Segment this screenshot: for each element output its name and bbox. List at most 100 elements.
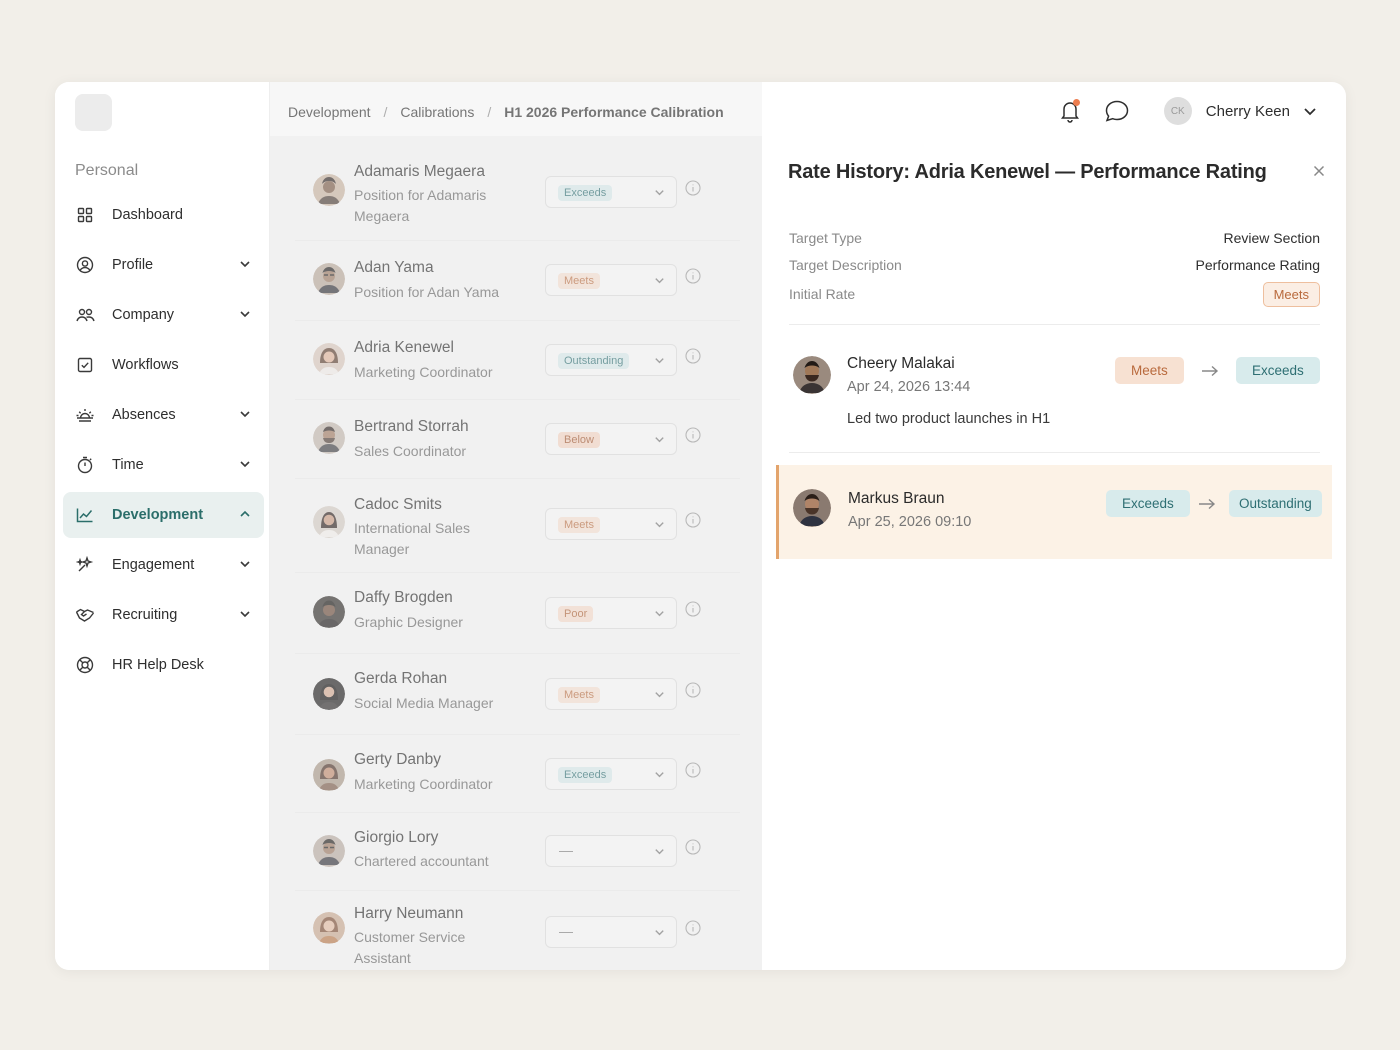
info-icon[interactable]	[685, 180, 701, 196]
avatar	[313, 422, 345, 454]
people-icon	[75, 305, 95, 325]
info-icon[interactable]	[685, 839, 701, 855]
chevron-down-icon	[655, 611, 664, 617]
employee-position: Graphic Designer	[354, 614, 463, 630]
history-author: Markus Braun	[848, 490, 945, 507]
rating-select[interactable]: Below	[545, 423, 677, 455]
meta-label: Initial Rate	[789, 286, 856, 302]
rating-chip: Outstanding	[558, 353, 630, 369]
history-timestamp: Apr 24, 2026 13:44	[847, 379, 971, 395]
info-icon[interactable]	[685, 601, 701, 617]
avatar	[313, 263, 345, 295]
rating-select[interactable]: Exceeds	[545, 758, 677, 790]
list-item[interactable]: Gerda Rohan Social Media Manager Meets	[295, 654, 740, 735]
employee-name: Cadoc Smits	[354, 496, 442, 513]
info-icon[interactable]	[685, 268, 701, 284]
rating-select[interactable]: Poor	[545, 597, 677, 629]
notifications-button[interactable]	[1055, 96, 1085, 126]
history-entry-highlighted: Markus Braun Apr 25, 2026 09:10 Exceeds …	[776, 465, 1332, 559]
arrow-right-icon	[1199, 498, 1216, 510]
info-icon[interactable]	[685, 512, 701, 528]
list-item[interactable]: Harry Neumann Customer Service Assistant…	[295, 891, 740, 970]
avatar	[313, 174, 345, 206]
sidebar-item-label: HR Help Desk	[112, 657, 204, 673]
sidebar-item-label: Time	[112, 457, 144, 473]
close-icon[interactable]	[1312, 164, 1326, 178]
company-logo[interactable]	[75, 94, 112, 131]
sidebar-item-dashboard[interactable]: Dashboard	[63, 192, 264, 238]
app-window: Personal Dashboard Profile Company Workf…	[55, 82, 1346, 970]
breadcrumb-current: H1 2026 Performance Calibration	[504, 104, 724, 120]
sidebar-nav: Dashboard Profile Company Workflows Abse…	[63, 192, 264, 692]
sidebar-item-absences[interactable]: Absences	[63, 392, 264, 438]
sidebar-item-hr-help-desk[interactable]: HR Help Desk	[63, 642, 264, 688]
sidebar-item-label: Recruiting	[112, 607, 178, 623]
employee-name: Gerty Danby	[354, 751, 442, 768]
chevron-down-icon[interactable]	[1302, 103, 1318, 119]
info-icon[interactable]	[685, 427, 701, 443]
sidebar-item-engagement[interactable]: Engagement	[63, 542, 264, 588]
panel-title: Rate History: Adria Kenewel — Performanc…	[788, 161, 1267, 183]
employee-position: Marketing Coordinator	[354, 776, 493, 792]
rating-select[interactable]: Exceeds	[545, 176, 677, 208]
employee-name: Adria Kenewel	[354, 339, 454, 356]
sidebar-item-workflows[interactable]: Workflows	[63, 342, 264, 388]
rating-select[interactable]: Meets	[545, 508, 677, 540]
rating-chip: Below	[558, 432, 600, 448]
employee-name: Gerda Rohan	[354, 670, 448, 687]
avatar	[793, 356, 831, 394]
sidebar-item-profile[interactable]: Profile	[63, 242, 264, 288]
stopwatch-icon	[75, 455, 95, 475]
avatar	[313, 678, 345, 710]
info-icon[interactable]	[685, 762, 701, 778]
list-item[interactable]: Adria Kenewel Marketing Coordinator Outs…	[295, 321, 740, 400]
list-item[interactable]: Giorgio Lory Chartered accountant —	[295, 813, 740, 891]
sidebar-item-label: Company	[112, 307, 175, 323]
employee-name: Adamaris Megaera	[354, 163, 485, 180]
user-circle-icon	[75, 255, 95, 275]
meta-label: Target Type	[789, 230, 862, 246]
user-avatar[interactable]: CK	[1163, 97, 1192, 125]
lifebuoy-icon	[75, 655, 95, 675]
sidebar-item-development[interactable]: Development	[63, 492, 264, 538]
rating-select[interactable]: —	[545, 916, 677, 948]
sidebar-item-label: Profile	[112, 257, 154, 273]
user-name[interactable]: Cherry Keen	[1206, 103, 1290, 120]
rating-chip: Meets	[558, 517, 600, 533]
sidebar-item-company[interactable]: Company	[63, 292, 264, 338]
chevron-down-icon	[240, 461, 250, 468]
messages-button[interactable]	[1102, 96, 1132, 126]
rating-select[interactable]: Meets	[545, 264, 677, 296]
rating-select[interactable]: Outstanding	[545, 344, 677, 376]
breadcrumb-separator: /	[487, 104, 492, 120]
history-author: Cheery Malakai	[847, 355, 955, 372]
history-entry: Cheery Malakai Apr 24, 2026 13:44 Meets …	[776, 336, 1332, 456]
chevron-down-icon	[655, 772, 664, 778]
sidebar-item-recruiting[interactable]: Recruiting	[63, 592, 264, 638]
list-item[interactable]: Daffy Brogden Graphic Designer Poor	[295, 573, 740, 654]
breadcrumb-item-development[interactable]: Development	[288, 104, 371, 120]
rating-select[interactable]: —	[545, 835, 677, 867]
sidebar-item-label: Development	[112, 507, 204, 523]
list-item[interactable]: Gerty Danby Marketing Coordinator Exceed…	[295, 735, 740, 813]
rating-select[interactable]: Meets	[545, 678, 677, 710]
sidebar: Personal Dashboard Profile Company Workf…	[55, 82, 270, 970]
breadcrumb-item-calibrations[interactable]: Calibrations	[400, 104, 474, 120]
info-icon[interactable]	[685, 682, 701, 698]
list-item[interactable]: Adamaris Megaera Position for Adamaris M…	[295, 136, 740, 241]
employee-name: Bertrand Storrah	[354, 418, 469, 435]
info-icon[interactable]	[685, 348, 701, 364]
employee-name: Giorgio Lory	[354, 829, 439, 846]
list-item[interactable]: Cadoc Smits International Sales Manager …	[295, 479, 740, 573]
avatar	[313, 759, 345, 791]
list-item[interactable]: Adan Yama Position for Adan Yama Meets	[295, 241, 740, 321]
sidebar-item-time[interactable]: Time	[63, 442, 264, 488]
chevron-up-icon	[240, 510, 250, 517]
employee-position: Marketing Coordinator	[354, 364, 493, 380]
list-item[interactable]: Bertrand Storrah Sales Coordinator Below	[295, 400, 740, 479]
info-icon[interactable]	[685, 920, 701, 936]
chevron-down-icon	[655, 278, 664, 284]
employee-name: Adan Yama	[354, 259, 434, 276]
sidebar-item-label: Dashboard	[112, 207, 183, 223]
chevron-down-icon	[655, 849, 664, 855]
